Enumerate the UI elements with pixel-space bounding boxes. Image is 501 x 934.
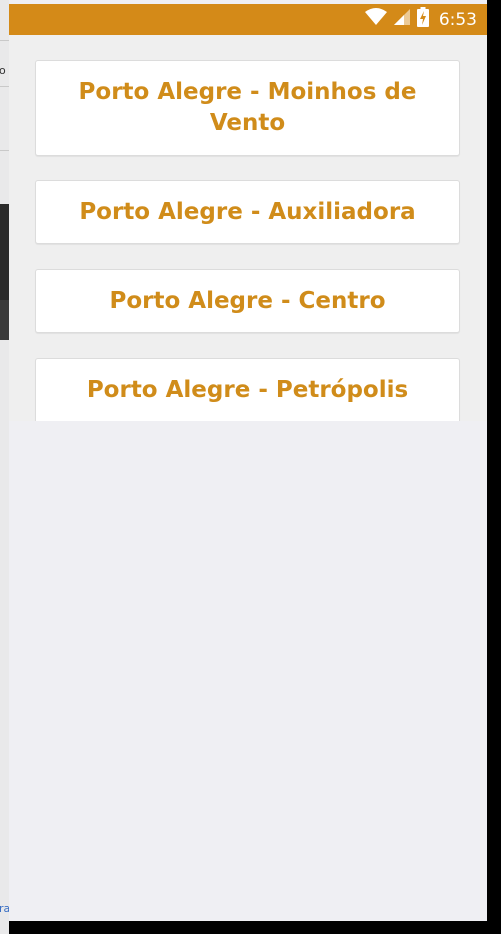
status-icons: 6:53 — [364, 4, 477, 35]
location-label: Porto Alegre - Moinhos de Vento — [78, 79, 417, 136]
wifi-icon — [364, 8, 387, 31]
status-time: 6:53 — [438, 9, 477, 30]
location-card-petropolis[interactable]: Porto Alegre - Petrópolis — [35, 358, 460, 422]
location-label: Porto Alegre - Centro — [109, 287, 386, 314]
signal-icon — [393, 8, 411, 31]
bottom-bezel — [9, 921, 501, 934]
battery-charging-icon — [416, 7, 429, 32]
location-label: Porto Alegre - Auxiliadora — [79, 198, 416, 225]
phone-screen: 6:53 Porto Alegre - Moinhos de Vento Por… — [9, 0, 487, 921]
location-list: Porto Alegre - Moinhos de Vento Porto Al… — [9, 35, 487, 422]
location-card-auxiliadora[interactable]: Porto Alegre - Auxiliadora — [35, 180, 460, 244]
location-card-centro[interactable]: Porto Alegre - Centro — [35, 269, 460, 333]
status-bar: 6:53 — [9, 4, 487, 35]
location-card-moinhos-de-vento[interactable]: Porto Alegre - Moinhos de Vento — [35, 60, 460, 156]
empty-background — [9, 421, 487, 921]
location-label: Porto Alegre - Petrópolis — [86, 377, 409, 403]
right-bezel — [487, 0, 501, 934]
background-text-fragment: o — [0, 64, 6, 77]
